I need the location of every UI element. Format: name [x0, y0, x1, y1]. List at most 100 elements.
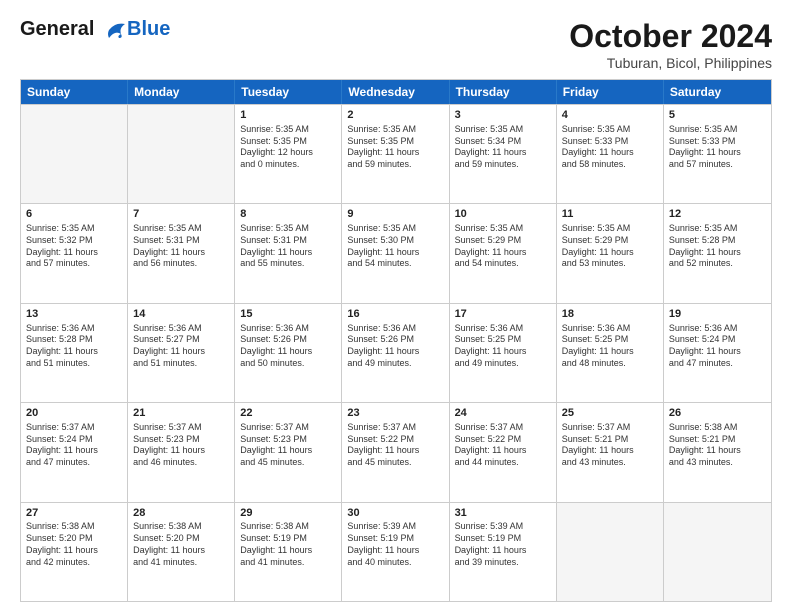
day-info: Sunrise: 5:35 AM Sunset: 5:29 PM Dayligh… — [562, 223, 658, 270]
day-info: Sunrise: 5:35 AM Sunset: 5:31 PM Dayligh… — [133, 223, 229, 270]
day-cell-29: 29Sunrise: 5:38 AM Sunset: 5:19 PM Dayli… — [235, 503, 342, 601]
logo-bird-icon — [101, 20, 127, 40]
day-cell-15: 15Sunrise: 5:36 AM Sunset: 5:26 PM Dayli… — [235, 304, 342, 402]
day-info: Sunrise: 5:35 AM Sunset: 5:35 PM Dayligh… — [347, 124, 443, 171]
day-number: 9 — [347, 207, 443, 222]
day-info: Sunrise: 5:36 AM Sunset: 5:26 PM Dayligh… — [347, 323, 443, 370]
day-info: Sunrise: 5:36 AM Sunset: 5:27 PM Dayligh… — [133, 323, 229, 370]
day-number: 11 — [562, 207, 658, 222]
day-cell-19: 19Sunrise: 5:36 AM Sunset: 5:24 PM Dayli… — [664, 304, 771, 402]
day-number: 21 — [133, 406, 229, 421]
weekday-header-tuesday: Tuesday — [235, 80, 342, 104]
day-number: 23 — [347, 406, 443, 421]
day-number: 18 — [562, 307, 658, 322]
day-cell-3: 3Sunrise: 5:35 AM Sunset: 5:34 PM Daylig… — [450, 105, 557, 203]
week-row-4: 20Sunrise: 5:37 AM Sunset: 5:24 PM Dayli… — [21, 402, 771, 501]
empty-cell — [664, 503, 771, 601]
day-number: 24 — [455, 406, 551, 421]
day-info: Sunrise: 5:37 AM Sunset: 5:21 PM Dayligh… — [562, 422, 658, 469]
day-number: 5 — [669, 108, 766, 123]
day-number: 14 — [133, 307, 229, 322]
day-cell-27: 27Sunrise: 5:38 AM Sunset: 5:20 PM Dayli… — [21, 503, 128, 601]
day-cell-5: 5Sunrise: 5:35 AM Sunset: 5:33 PM Daylig… — [664, 105, 771, 203]
day-info: Sunrise: 5:38 AM Sunset: 5:19 PM Dayligh… — [240, 521, 336, 568]
day-number: 30 — [347, 506, 443, 521]
day-number: 3 — [455, 108, 551, 123]
day-cell-21: 21Sunrise: 5:37 AM Sunset: 5:23 PM Dayli… — [128, 403, 235, 501]
day-info: Sunrise: 5:35 AM Sunset: 5:33 PM Dayligh… — [669, 124, 766, 171]
weekday-header-thursday: Thursday — [450, 80, 557, 104]
day-number: 29 — [240, 506, 336, 521]
empty-cell — [128, 105, 235, 203]
logo: General Blue — [20, 18, 170, 40]
day-cell-9: 9Sunrise: 5:35 AM Sunset: 5:30 PM Daylig… — [342, 204, 449, 302]
day-number: 27 — [26, 506, 122, 521]
day-cell-7: 7Sunrise: 5:35 AM Sunset: 5:31 PM Daylig… — [128, 204, 235, 302]
weekday-header-friday: Friday — [557, 80, 664, 104]
week-row-2: 6Sunrise: 5:35 AM Sunset: 5:32 PM Daylig… — [21, 203, 771, 302]
day-cell-22: 22Sunrise: 5:37 AM Sunset: 5:23 PM Dayli… — [235, 403, 342, 501]
day-info: Sunrise: 5:35 AM Sunset: 5:30 PM Dayligh… — [347, 223, 443, 270]
day-cell-12: 12Sunrise: 5:35 AM Sunset: 5:28 PM Dayli… — [664, 204, 771, 302]
day-number: 12 — [669, 207, 766, 222]
weekday-header-wednesday: Wednesday — [342, 80, 449, 104]
day-number: 1 — [240, 108, 336, 123]
day-cell-25: 25Sunrise: 5:37 AM Sunset: 5:21 PM Dayli… — [557, 403, 664, 501]
day-number: 2 — [347, 108, 443, 123]
calendar: SundayMondayTuesdayWednesdayThursdayFrid… — [20, 79, 772, 602]
day-number: 19 — [669, 307, 766, 322]
day-number: 6 — [26, 207, 122, 222]
day-number: 26 — [669, 406, 766, 421]
page: General Blue October 2024 Tuburan, Bicol… — [0, 0, 792, 612]
day-cell-2: 2Sunrise: 5:35 AM Sunset: 5:35 PM Daylig… — [342, 105, 449, 203]
day-number: 16 — [347, 307, 443, 322]
day-info: Sunrise: 5:37 AM Sunset: 5:22 PM Dayligh… — [347, 422, 443, 469]
day-number: 28 — [133, 506, 229, 521]
day-info: Sunrise: 5:36 AM Sunset: 5:28 PM Dayligh… — [26, 323, 122, 370]
day-info: Sunrise: 5:35 AM Sunset: 5:35 PM Dayligh… — [240, 124, 336, 171]
day-number: 13 — [26, 307, 122, 322]
day-number: 10 — [455, 207, 551, 222]
day-info: Sunrise: 5:35 AM Sunset: 5:31 PM Dayligh… — [240, 223, 336, 270]
day-info: Sunrise: 5:39 AM Sunset: 5:19 PM Dayligh… — [347, 521, 443, 568]
weekday-header-monday: Monday — [128, 80, 235, 104]
title-section: October 2024 Tuburan, Bicol, Philippines — [569, 18, 772, 71]
weekday-header-saturday: Saturday — [664, 80, 771, 104]
day-info: Sunrise: 5:37 AM Sunset: 5:24 PM Dayligh… — [26, 422, 122, 469]
day-cell-14: 14Sunrise: 5:36 AM Sunset: 5:27 PM Dayli… — [128, 304, 235, 402]
day-number: 25 — [562, 406, 658, 421]
day-number: 22 — [240, 406, 336, 421]
day-info: Sunrise: 5:36 AM Sunset: 5:25 PM Dayligh… — [455, 323, 551, 370]
calendar-header: SundayMondayTuesdayWednesdayThursdayFrid… — [21, 80, 771, 104]
day-number: 20 — [26, 406, 122, 421]
day-cell-30: 30Sunrise: 5:39 AM Sunset: 5:19 PM Dayli… — [342, 503, 449, 601]
week-row-3: 13Sunrise: 5:36 AM Sunset: 5:28 PM Dayli… — [21, 303, 771, 402]
day-info: Sunrise: 5:39 AM Sunset: 5:19 PM Dayligh… — [455, 521, 551, 568]
day-info: Sunrise: 5:38 AM Sunset: 5:20 PM Dayligh… — [26, 521, 122, 568]
day-cell-8: 8Sunrise: 5:35 AM Sunset: 5:31 PM Daylig… — [235, 204, 342, 302]
logo-general: General — [20, 18, 94, 40]
empty-cell — [21, 105, 128, 203]
day-info: Sunrise: 5:35 AM Sunset: 5:28 PM Dayligh… — [669, 223, 766, 270]
day-cell-1: 1Sunrise: 5:35 AM Sunset: 5:35 PM Daylig… — [235, 105, 342, 203]
day-cell-20: 20Sunrise: 5:37 AM Sunset: 5:24 PM Dayli… — [21, 403, 128, 501]
day-info: Sunrise: 5:35 AM Sunset: 5:33 PM Dayligh… — [562, 124, 658, 171]
location: Tuburan, Bicol, Philippines — [569, 55, 772, 71]
day-cell-16: 16Sunrise: 5:36 AM Sunset: 5:26 PM Dayli… — [342, 304, 449, 402]
day-number: 31 — [455, 506, 551, 521]
week-row-1: 1Sunrise: 5:35 AM Sunset: 5:35 PM Daylig… — [21, 104, 771, 203]
empty-cell — [557, 503, 664, 601]
day-number: 8 — [240, 207, 336, 222]
day-number: 17 — [455, 307, 551, 322]
day-info: Sunrise: 5:35 AM Sunset: 5:29 PM Dayligh… — [455, 223, 551, 270]
day-cell-26: 26Sunrise: 5:38 AM Sunset: 5:21 PM Dayli… — [664, 403, 771, 501]
day-info: Sunrise: 5:37 AM Sunset: 5:23 PM Dayligh… — [240, 422, 336, 469]
day-cell-28: 28Sunrise: 5:38 AM Sunset: 5:20 PM Dayli… — [128, 503, 235, 601]
day-cell-11: 11Sunrise: 5:35 AM Sunset: 5:29 PM Dayli… — [557, 204, 664, 302]
day-cell-4: 4Sunrise: 5:35 AM Sunset: 5:33 PM Daylig… — [557, 105, 664, 203]
month-title: October 2024 — [569, 18, 772, 55]
day-cell-18: 18Sunrise: 5:36 AM Sunset: 5:25 PM Dayli… — [557, 304, 664, 402]
calendar-body: 1Sunrise: 5:35 AM Sunset: 5:35 PM Daylig… — [21, 104, 771, 601]
header: General Blue October 2024 Tuburan, Bicol… — [20, 18, 772, 71]
day-cell-6: 6Sunrise: 5:35 AM Sunset: 5:32 PM Daylig… — [21, 204, 128, 302]
